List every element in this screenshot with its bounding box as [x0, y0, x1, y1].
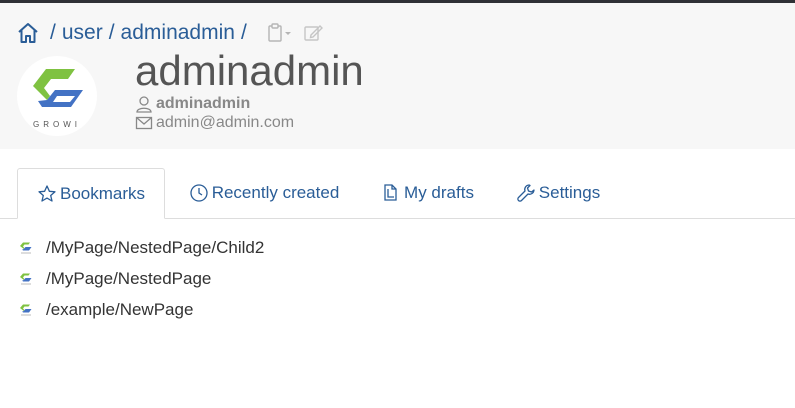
breadcrumb: / user / adminadmin /	[16, 19, 323, 47]
breadcrumb-separator: /	[50, 21, 56, 44]
tab-label: Recently created	[211, 183, 340, 202]
tab-recently-created[interactable]: Recently created	[178, 168, 350, 218]
tab-label: My drafts	[404, 183, 474, 202]
page-title: adminadmin	[135, 47, 364, 94]
breadcrumb-separator: /	[108, 21, 115, 44]
username-text: adminadmin	[156, 95, 251, 112]
wrench-icon	[516, 183, 536, 203]
tab-label: Bookmarks	[59, 183, 146, 203]
envelope-icon	[135, 115, 153, 131]
tab-bar: Bookmarks Recently created My drafts Set…	[0, 168, 795, 219]
list-item[interactable]: /MyPage/NestedPage/Child2	[18, 232, 264, 263]
email-text: admin@admin.com	[156, 114, 295, 131]
bookmark-link: /MyPage/NestedPage/Child2	[46, 237, 265, 257]
tab-settings[interactable]: Settings	[505, 168, 611, 218]
list-item[interactable]: /example/NewPage	[18, 294, 264, 325]
clipboard-dropdown-icon[interactable]	[267, 23, 293, 43]
tab-bookmarks[interactable]: Bookmarks	[17, 168, 165, 219]
page-header: / user / adminadmin / GROWI adminadmin a…	[0, 3, 795, 149]
star-icon	[37, 184, 57, 204]
growi-page-icon	[18, 302, 34, 318]
growi-page-icon	[18, 271, 34, 287]
list-item[interactable]: /MyPage/NestedPage	[18, 263, 264, 294]
document-icon	[381, 183, 401, 203]
edit-icon[interactable]	[303, 23, 323, 43]
user-icon	[135, 95, 153, 113]
tab-label: Settings	[538, 183, 601, 202]
bookmark-link: /example/NewPage	[46, 299, 194, 319]
breadcrumb-link-adminadmin[interactable]: adminadmin	[121, 21, 235, 45]
email-line: admin@admin.com	[135, 114, 294, 132]
growi-page-icon	[18, 240, 34, 256]
bookmark-link: /MyPage/NestedPage	[46, 268, 212, 288]
username-line: adminadmin	[135, 95, 250, 113]
breadcrumb-link-user[interactable]: user	[62, 21, 103, 45]
bookmark-list: /MyPage/NestedPage/Child2 /MyPage/Nested…	[18, 232, 264, 325]
tab-my-drafts[interactable]: My drafts	[370, 168, 485, 218]
breadcrumb-separator: /	[240, 21, 247, 44]
home-icon[interactable]	[16, 21, 40, 45]
avatar-logo-text: GROWI	[33, 120, 81, 129]
clock-icon	[189, 183, 209, 203]
avatar: GROWI	[17, 56, 97, 136]
